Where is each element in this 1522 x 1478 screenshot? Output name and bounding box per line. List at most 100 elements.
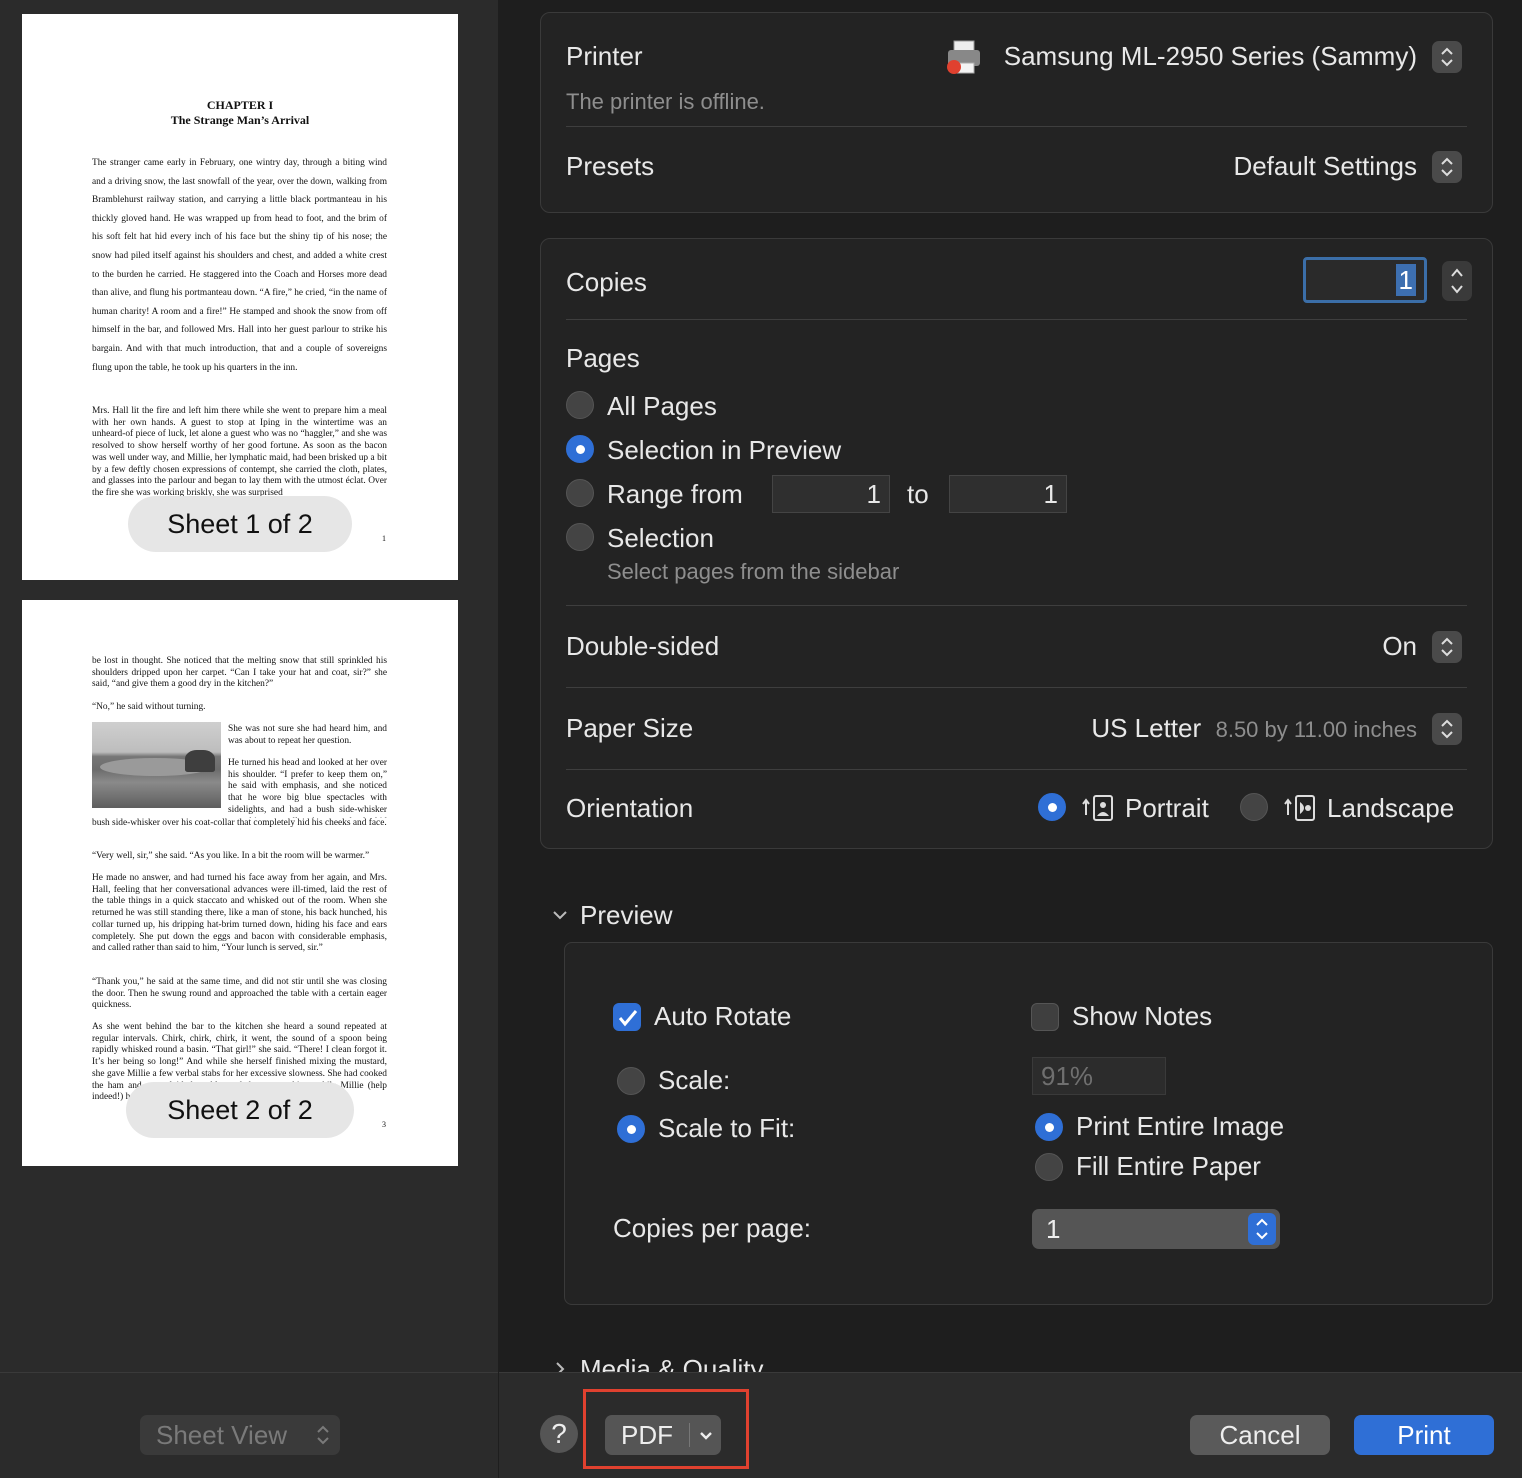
chapter-title: The Strange Man’s Arrival bbox=[170, 113, 310, 127]
scale-to-fit-radio[interactable] bbox=[617, 1115, 645, 1143]
sheet2-paragraph: “No,” he said without turning. bbox=[92, 702, 206, 712]
up-down-chevron-icon bbox=[1441, 47, 1453, 67]
selection-in-preview-radio[interactable] bbox=[566, 435, 594, 463]
sidebar-footer: Sheet View bbox=[0, 1372, 498, 1478]
sheet2-paragraph: “Thank you,” he said at the same time, a… bbox=[92, 977, 387, 1011]
orientation-label: Orientation bbox=[566, 793, 694, 823]
sheet2-paragraph: He turned his head and looked at her ove… bbox=[228, 758, 387, 818]
up-down-chevron-icon bbox=[1256, 1218, 1268, 1240]
landscape-radio[interactable] bbox=[1240, 793, 1268, 821]
up-down-chevron-icon bbox=[317, 1425, 329, 1445]
double-sided-label: Double-sided bbox=[566, 631, 720, 661]
fill-entire-paper-radio[interactable] bbox=[1035, 1153, 1063, 1181]
selection-label: Selection bbox=[607, 523, 714, 553]
portrait-radio[interactable] bbox=[1038, 793, 1066, 821]
sheet2-paragraph: She was not sure she had heard him, and … bbox=[228, 724, 387, 746]
copies-per-page-label: Copies per page: bbox=[613, 1213, 812, 1243]
up-down-chevron-icon bbox=[1441, 157, 1453, 177]
copies-per-page-select[interactable]: 1 bbox=[1032, 1209, 1280, 1249]
sheet-sidebar: CHAPTER I The Strange Man’s Arrival The … bbox=[0, 0, 498, 1372]
pages-label: Pages bbox=[566, 343, 640, 373]
sheet1-paragraph-1: The stranger came early in February, one… bbox=[92, 158, 387, 373]
sheet-view-popup[interactable]: Sheet View bbox=[140, 1415, 340, 1455]
dialog-button-bar: ? PDF Cancel Print bbox=[499, 1372, 1522, 1478]
print-button[interactable]: Print bbox=[1354, 1415, 1494, 1455]
all-pages-label: All Pages bbox=[607, 391, 717, 421]
preview-section-title[interactable]: Preview bbox=[580, 900, 672, 931]
sheet-view-label: Sheet View bbox=[156, 1420, 288, 1450]
divider bbox=[566, 126, 1467, 127]
scale-to-fit-label: Scale to Fit: bbox=[658, 1113, 796, 1143]
auto-rotate-checkbox[interactable] bbox=[613, 1003, 641, 1031]
sheet2-paragraph: “Very well, sir,” she said. “As you like… bbox=[92, 851, 370, 861]
presets-select[interactable]: Default Settings bbox=[1233, 151, 1417, 182]
chevron-down-icon[interactable] bbox=[551, 906, 569, 924]
up-down-chevron-icon bbox=[1441, 637, 1453, 657]
show-notes-label: Show Notes bbox=[1072, 1001, 1213, 1031]
copies-per-page-value: 1 bbox=[1046, 1214, 1061, 1244]
range-end-input[interactable]: 1 bbox=[949, 475, 1067, 513]
double-sided-select[interactable]: On bbox=[1382, 631, 1417, 662]
show-notes-checkbox[interactable] bbox=[1031, 1003, 1059, 1031]
scale-radio[interactable] bbox=[617, 1067, 645, 1095]
sheet1-paragraph-2: Mrs. Hall lit the fire and left him ther… bbox=[92, 406, 387, 498]
paper-size-label: Paper Size bbox=[566, 713, 694, 743]
printer-popup-arrows[interactable] bbox=[1432, 41, 1462, 73]
landscape-label: Landscape bbox=[1327, 793, 1455, 823]
copies-input[interactable]: 1 bbox=[1303, 257, 1427, 303]
help-button[interactable]: ? bbox=[540, 1415, 578, 1453]
range-start-input[interactable]: 1 bbox=[772, 475, 890, 513]
printer-group: Printer Samsung ML-2950 Series (Sammy) T… bbox=[540, 12, 1493, 213]
paper-size-select[interactable]: US Letter 8.50 by 11.00 inches bbox=[1091, 713, 1417, 744]
print-entire-image-radio[interactable] bbox=[1035, 1113, 1063, 1141]
sheet-thumbnail-2[interactable]: be lost in thought. She noticed that the… bbox=[22, 600, 458, 1166]
range-from-label: Range from bbox=[607, 479, 743, 509]
divider bbox=[566, 605, 1467, 606]
beach-illustration bbox=[92, 722, 221, 808]
printer-label: Printer bbox=[566, 41, 643, 71]
sheet2-paragraph-cont: bush side-whisker over his coat-collar t… bbox=[92, 818, 387, 828]
paper-size-detail: 8.50 by 11.00 inches bbox=[1215, 717, 1417, 742]
portrait-label: Portrait bbox=[1125, 793, 1209, 823]
divider bbox=[566, 687, 1467, 688]
up-down-chevron-icon bbox=[1441, 719, 1453, 739]
landscape-icon bbox=[1284, 795, 1315, 821]
sheet2-paragraph: be lost in thought. She noticed that the… bbox=[92, 656, 387, 690]
page-number: 1 bbox=[382, 534, 386, 543]
copies-stepper[interactable] bbox=[1442, 261, 1472, 301]
scale-input[interactable]: 91% bbox=[1032, 1057, 1166, 1095]
preview-options-group: Auto Rotate Show Notes Scale: 91% Scale … bbox=[564, 942, 1493, 1305]
copies-value: 1 bbox=[1395, 264, 1416, 296]
page-number: 3 bbox=[382, 1120, 386, 1129]
sheet2-paragraph: He made no answer, and had turned his fa… bbox=[92, 873, 387, 954]
selection-hint: Select pages from the sidebar bbox=[607, 559, 900, 584]
double-sided-popup-arrows[interactable] bbox=[1432, 631, 1462, 663]
cancel-button[interactable]: Cancel bbox=[1190, 1415, 1330, 1455]
printer-select[interactable]: Samsung ML-2950 Series (Sammy) bbox=[1004, 41, 1417, 72]
divider bbox=[566, 769, 1467, 770]
selection-in-preview-label: Selection in Preview bbox=[607, 435, 842, 465]
chapter-heading: CHAPTER I The Strange Man’s Arrival bbox=[22, 98, 458, 128]
auto-rotate-label: Auto Rotate bbox=[654, 1001, 792, 1031]
up-down-chevron-icon bbox=[1451, 268, 1463, 294]
copies-label: Copies bbox=[566, 267, 647, 297]
all-pages-radio[interactable] bbox=[566, 391, 594, 419]
sheet-thumbnail-1[interactable]: CHAPTER I The Strange Man’s Arrival The … bbox=[22, 14, 458, 580]
presets-popup-arrows[interactable] bbox=[1432, 151, 1462, 183]
print-entire-image-label: Print Entire Image bbox=[1076, 1111, 1285, 1141]
scale-label: Scale: bbox=[658, 1065, 731, 1095]
print-settings-group: Copies 1 Pages All Pages Selection in Pr… bbox=[540, 238, 1493, 849]
copies-per-page-arrows bbox=[1248, 1213, 1276, 1245]
portrait-icon bbox=[1082, 795, 1113, 821]
checkmark-icon bbox=[618, 1010, 638, 1027]
trees-shape bbox=[185, 750, 215, 772]
printer-status: The printer is offline. bbox=[566, 89, 765, 114]
paper-size-popup-arrows[interactable] bbox=[1432, 713, 1462, 745]
sheet-badge: Sheet 1 of 2 bbox=[128, 496, 352, 552]
divider bbox=[566, 319, 1467, 320]
selection-radio[interactable] bbox=[566, 523, 594, 551]
print-options-panel: Printer Samsung ML-2950 Series (Sammy) T… bbox=[499, 0, 1522, 1478]
paper-size-value: US Letter bbox=[1091, 713, 1202, 743]
range-radio[interactable] bbox=[566, 479, 594, 507]
presets-label: Presets bbox=[566, 151, 655, 181]
